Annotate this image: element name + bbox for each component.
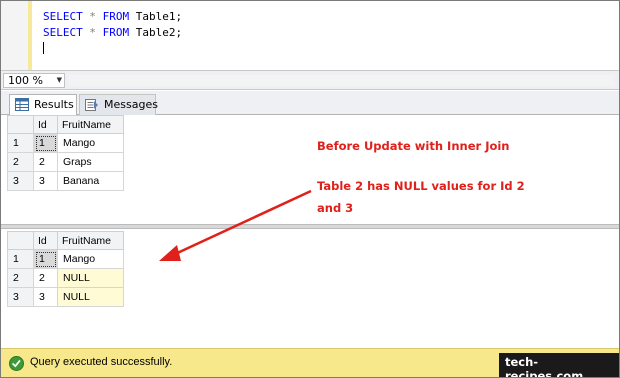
chevron-down-icon[interactable]: ▼ <box>57 74 62 87</box>
column-header-fruitname[interactable]: FruitName <box>57 115 124 134</box>
fruitname-cell[interactable]: Graps <box>57 152 124 172</box>
fruitname-cell[interactable]: NULL <box>57 268 124 288</box>
keyword-from: FROM <box>102 26 130 39</box>
results-table: Id FruitName 1 1 Mango 2 2 Graps 3 3 Ban… <box>7 115 124 191</box>
table-name: Table1; <box>135 10 183 23</box>
text-caret <box>43 42 44 54</box>
watermark: tech-recipes.com <box>499 353 619 377</box>
messages-icon <box>85 99 98 111</box>
code-line-2: SELECT * FROM Table2; <box>43 26 182 39</box>
zoom-value: 100 % <box>8 74 43 87</box>
keyword-select: SELECT <box>43 26 83 39</box>
result-grid-2[interactable]: Id FruitName 1 1 Mango 2 2 NULL 3 3 NULL <box>7 231 133 307</box>
header-row: Id FruitName <box>7 115 124 134</box>
row-number[interactable]: 1 <box>7 133 34 153</box>
results-tabstrip: Results Messages <box>1 91 619 115</box>
table-row[interactable]: 2 2 NULL <box>7 268 124 288</box>
table-row[interactable]: 2 2 Graps <box>7 152 124 172</box>
status-message: Query executed successfully. <box>30 356 173 368</box>
editor-gutter <box>1 1 28 70</box>
keyword-from: FROM <box>102 10 130 23</box>
fruitname-cell[interactable]: Mango <box>57 133 124 153</box>
table-row[interactable]: 3 3 Banana <box>7 171 124 191</box>
ssms-window: SELECT * FROM Table1; SELECT * FROM Tabl… <box>0 0 620 378</box>
asterisk: * <box>89 10 96 23</box>
table-name: Table2; <box>135 26 183 39</box>
row-number[interactable]: 2 <box>7 268 34 288</box>
query-editor[interactable]: SELECT * FROM Table1; SELECT * FROM Tabl… <box>1 1 619 70</box>
id-cell[interactable]: 2 <box>33 268 58 288</box>
code-line-1: SELECT * FROM Table1; <box>43 10 182 23</box>
row-number[interactable]: 1 <box>7 249 34 269</box>
tab-results[interactable]: Results <box>9 94 77 115</box>
annotation-arrow-icon <box>159 189 312 261</box>
row-number-header <box>7 115 34 134</box>
change-margin <box>28 1 32 70</box>
row-number[interactable]: 3 <box>7 171 34 191</box>
tab-messages[interactable]: Messages <box>79 94 158 115</box>
table-row[interactable]: 1 1 Mango <box>7 133 124 153</box>
horizontal-scrollbar[interactable] <box>69 75 614 86</box>
fruitname-cell[interactable]: NULL <box>57 287 124 307</box>
row-number-header <box>7 231 34 250</box>
row-number[interactable]: 3 <box>7 287 34 307</box>
fruitname-cell[interactable]: Mango <box>57 249 124 269</box>
zoom-select[interactable]: 100 % ▼ <box>3 73 65 88</box>
status-bar: Query executed successfully. tech-recipe… <box>1 348 619 377</box>
column-header-fruitname[interactable]: FruitName <box>57 231 124 250</box>
tab-messages-label: Messages <box>104 98 158 111</box>
id-cell[interactable]: 3 <box>33 171 58 191</box>
column-header-id[interactable]: Id <box>33 231 58 250</box>
table-row[interactable]: 3 3 NULL <box>7 287 124 307</box>
asterisk: * <box>89 26 96 39</box>
keyword-select: SELECT <box>43 10 83 23</box>
id-cell[interactable]: 1 <box>33 133 58 153</box>
results-table: Id FruitName 1 1 Mango 2 2 NULL 3 3 NULL <box>7 231 124 307</box>
tab-results-label: Results <box>34 98 74 111</box>
column-header-id[interactable]: Id <box>33 115 58 134</box>
header-row: Id FruitName <box>7 231 124 250</box>
id-cell[interactable]: 2 <box>33 152 58 172</box>
success-check-icon <box>9 356 24 371</box>
id-cell[interactable]: 1 <box>33 249 58 269</box>
table-row[interactable]: 1 1 Mango <box>7 249 124 269</box>
annotation-title: Before Update with Inner Join <box>317 139 510 153</box>
zoom-bar: 100 % ▼ <box>1 70 619 90</box>
id-cell[interactable]: 3 <box>33 287 58 307</box>
row-number[interactable]: 2 <box>7 152 34 172</box>
result-grid-1[interactable]: Id FruitName 1 1 Mango 2 2 Graps 3 3 Ban… <box>7 115 133 191</box>
grid-icon <box>15 98 29 111</box>
fruitname-cell[interactable]: Banana <box>57 171 124 191</box>
annotation-line-1: Table 2 has NULL values for Id 2 <box>317 179 525 193</box>
